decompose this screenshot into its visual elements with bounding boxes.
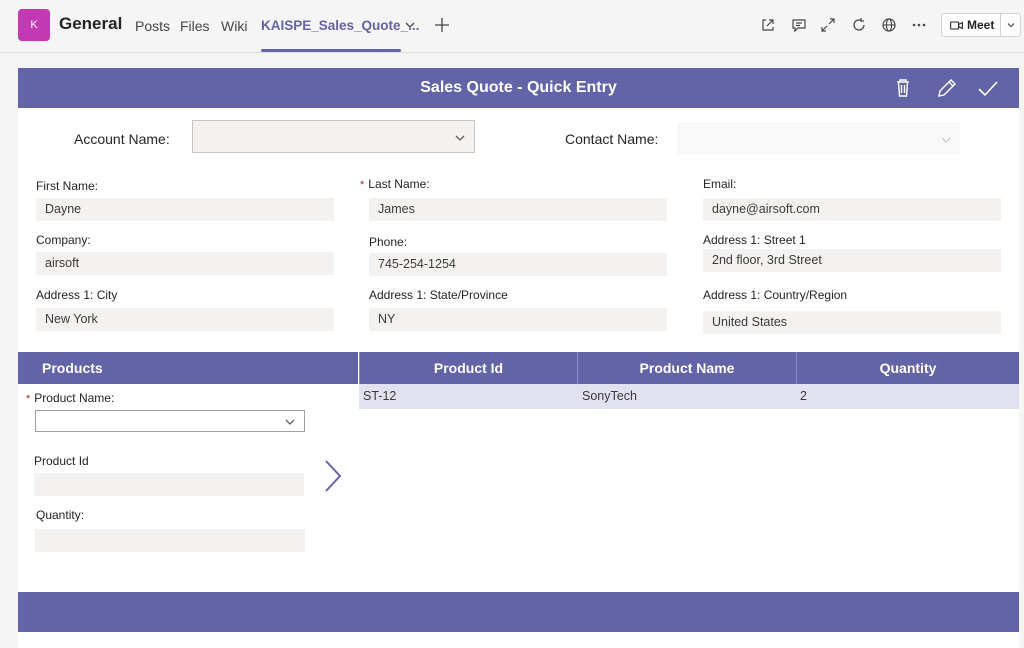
grid-header-quantity: Quantity: [796, 352, 1019, 384]
phone-label: Phone:: [369, 235, 408, 249]
edit-pencil-icon[interactable]: [935, 76, 959, 100]
cell-product-id: ST-12: [363, 389, 397, 403]
more-options-icon[interactable]: [909, 15, 929, 35]
video-camera-icon: [950, 20, 963, 31]
product-id-label: Product Id: [34, 454, 89, 468]
grid-header-product-id: Product Id: [359, 352, 577, 384]
team-avatar[interactable]: K: [18, 9, 50, 41]
chevron-down-icon: [940, 133, 952, 145]
account-name-dropdown[interactable]: [192, 120, 475, 153]
quantity-label: Quantity:: [36, 508, 85, 522]
title-bar: Sales Quote - Quick Entry: [18, 68, 1019, 108]
product-id-field[interactable]: [34, 473, 304, 496]
refresh-icon[interactable]: [849, 15, 869, 35]
email-field[interactable]: dayne@airsoft.com: [703, 198, 1001, 221]
account-name-label: Account Name:: [74, 131, 170, 147]
meet-label: Meet: [967, 18, 995, 32]
product-name-label: * Product Name:: [26, 391, 115, 405]
add-tab-icon[interactable]: [432, 15, 452, 35]
meet-button[interactable]: Meet: [941, 13, 1021, 37]
quantity-field[interactable]: [35, 529, 305, 552]
add-product-arrow-icon[interactable]: [321, 458, 345, 494]
phone-field[interactable]: 745-254-1254: [369, 253, 667, 276]
tab-files[interactable]: Files: [180, 18, 210, 34]
city-label: Address 1: City: [36, 288, 118, 302]
conversation-icon[interactable]: [789, 15, 809, 35]
tab-posts[interactable]: Posts: [135, 18, 170, 34]
expand-icon[interactable]: [818, 15, 838, 35]
last-name-label: * Last Name:: [360, 177, 430, 191]
city-field[interactable]: New York: [36, 308, 334, 331]
table-row[interactable]: [359, 384, 1019, 409]
chevron-down-icon: [454, 131, 466, 143]
cell-product-name: SonyTech: [582, 389, 637, 403]
company-field[interactable]: airsoft: [36, 252, 334, 275]
first-name-label: First Name:: [36, 179, 99, 193]
contact-name-label: Contact Name:: [565, 131, 659, 147]
products-header: Products: [18, 352, 358, 384]
tab-sales-quote[interactable]: KAISPE_Sales_Quote_...: [261, 18, 419, 33]
meet-chevron-down-icon[interactable]: [1006, 20, 1016, 30]
tab-wiki[interactable]: Wiki: [221, 18, 247, 34]
active-tab-indicator: [261, 49, 401, 52]
first-name-field[interactable]: Dayne: [36, 198, 334, 221]
company-label: Company:: [36, 233, 91, 247]
grid-header-product-name: Product Name: [577, 352, 796, 384]
last-name-field[interactable]: James: [369, 198, 667, 221]
pop-out-icon[interactable]: [758, 15, 778, 35]
sales-quote-app: Sales Quote - Quick Entry Account Name: …: [18, 68, 1019, 648]
street-label: Address 1: Street 1: [703, 233, 806, 247]
page-title: Sales Quote - Quick Entry: [420, 79, 617, 96]
teams-header: K General Posts Files Wiki KAISPE_Sales_…: [0, 0, 1024, 53]
globe-icon[interactable]: [879, 15, 899, 35]
cell-quantity: 2: [800, 389, 807, 403]
chevron-down-icon[interactable]: [400, 15, 420, 35]
country-field[interactable]: United States: [703, 311, 1001, 334]
product-name-dropdown[interactable]: [35, 410, 305, 432]
required-marker: *: [360, 179, 365, 191]
email-label: Email:: [703, 177, 737, 191]
footer-bar: [18, 592, 1019, 632]
street-field[interactable]: 2nd floor, 3rd Street: [703, 249, 1001, 272]
contact-name-dropdown[interactable]: [677, 122, 960, 155]
country-label: Address 1: Country/Region: [703, 288, 848, 302]
trash-icon[interactable]: [891, 76, 915, 100]
required-marker: *: [26, 393, 31, 405]
chevron-down-icon: [284, 415, 296, 427]
submit-check-icon[interactable]: [976, 76, 1000, 100]
state-label: Address 1: State/Province: [369, 288, 508, 302]
channel-name: General: [59, 14, 123, 33]
state-field[interactable]: NY: [369, 308, 667, 331]
